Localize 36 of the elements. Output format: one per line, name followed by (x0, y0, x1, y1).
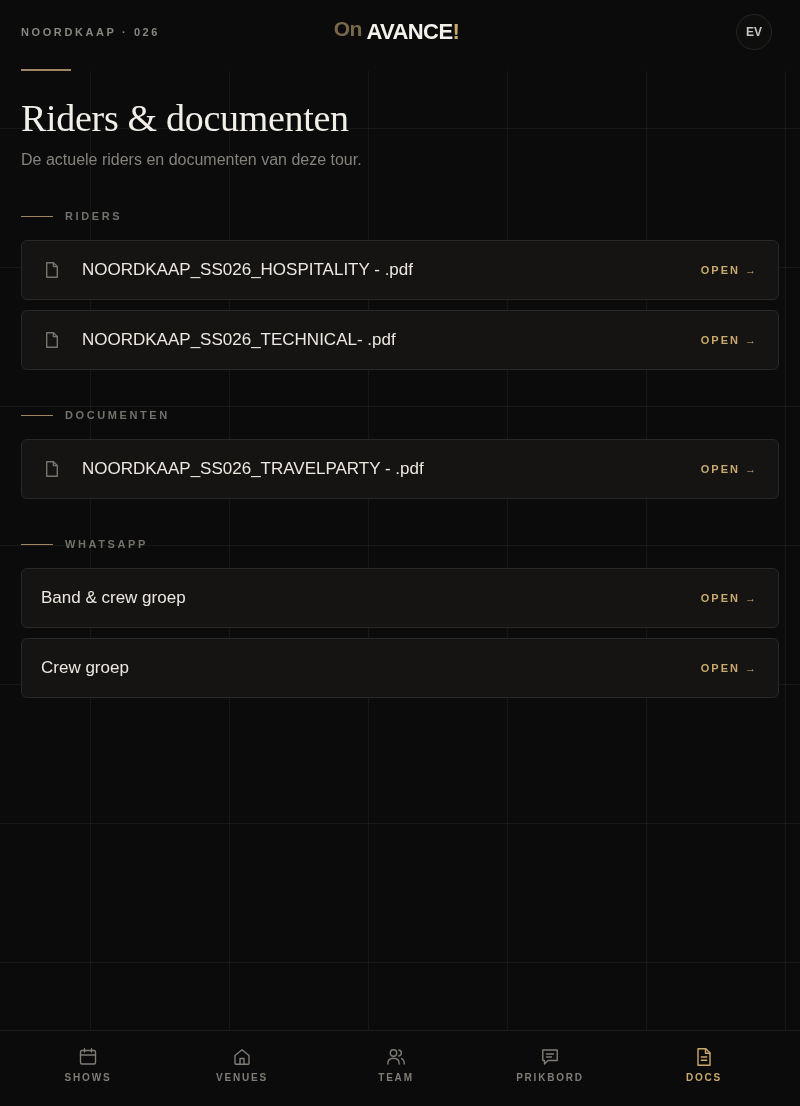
page-title: Riders & documenten (21, 97, 350, 139)
nav-tab[interactable]: VENUES (165, 1031, 319, 1106)
file-name: NOORDKAAP_SS026_TECHNICAL- .pdf (82, 330, 397, 350)
tour-label: NOORDKAAP · 026 (21, 26, 161, 38)
file-name: NOORDKAAP_SS026_TRAVELPARTY - .pdf (82, 459, 425, 479)
open-link[interactable]: OPEN → (700, 592, 758, 604)
nav-tab[interactable]: SHOWS (11, 1031, 165, 1106)
open-link[interactable]: OPEN → (700, 662, 758, 674)
nav-tab[interactable]: TEAM (319, 1031, 473, 1106)
message-icon (540, 1047, 560, 1067)
open-link[interactable]: OPEN → (700, 334, 758, 346)
nav-tab[interactable]: PRIKBORD (473, 1031, 627, 1106)
open-link[interactable]: OPEN → (700, 264, 758, 276)
page-subtitle: De actuele riders en documenten van deze tour. (21, 150, 363, 170)
section-heading: DOCUMENTEN (65, 409, 170, 422)
file-icon (46, 332, 58, 348)
document-icon (694, 1047, 714, 1067)
calendar-icon (78, 1047, 98, 1067)
file-row[interactable]: NOORDKAAP_SS026_TECHNICAL- .pdf OPEN → (21, 310, 779, 370)
section-heading: RIDERS (65, 210, 123, 223)
file-row[interactable]: NOORDKAAP_SS026_TRAVELPARTY - .pdf OPEN → (21, 439, 779, 499)
avatar-button[interactable]: EV (736, 14, 772, 50)
house-icon (232, 1047, 252, 1067)
group-row[interactable]: Band & crew groep OPEN → (21, 568, 779, 628)
file-icon (46, 461, 58, 477)
people-icon (386, 1047, 406, 1067)
open-link[interactable]: OPEN → (700, 463, 758, 475)
file-icon (46, 262, 58, 278)
brand-logo: On AVANCE! (333, 21, 460, 43)
group-row[interactable]: Crew groep OPEN → (21, 638, 779, 698)
nav-tab[interactable]: DOCS (627, 1031, 781, 1106)
group-name: Band & crew groep (41, 588, 187, 608)
file-name: NOORDKAAP_SS026_HOSPITALITY - .pdf (82, 260, 414, 280)
group-name: Crew groep (41, 658, 130, 678)
file-row[interactable]: NOORDKAAP_SS026_HOSPITALITY - .pdf OPEN → (21, 240, 779, 300)
section-heading: WHATSAPP (65, 538, 148, 551)
